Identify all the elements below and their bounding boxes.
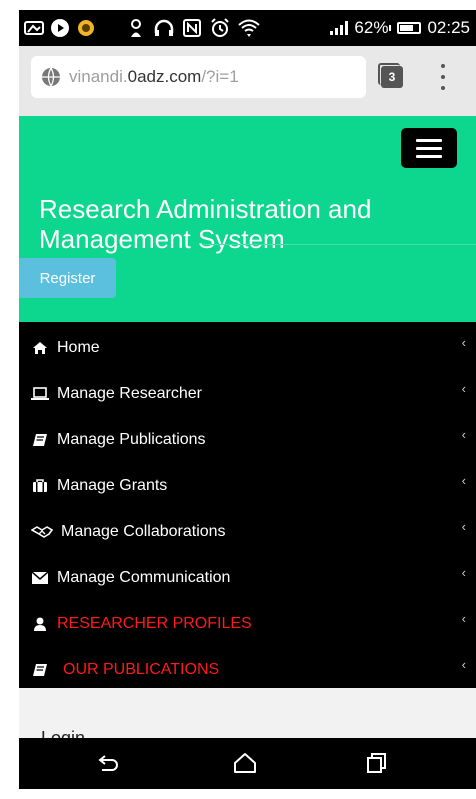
menu-item-manage-collaborations[interactable]: Manage Collaborations ‹: [19, 509, 476, 555]
headphones-icon: [153, 18, 175, 38]
menu-item-manage-grants[interactable]: Manage Grants ‹: [19, 463, 476, 509]
user-icon: [31, 616, 49, 632]
app-icon: [75, 18, 97, 38]
nfc-icon: [181, 18, 203, 38]
battery-percent: 62%: [354, 18, 389, 37]
phone-screen: 62% 02:25 vinandi.0adz.com/?i=1 3 Resear…: [19, 10, 476, 789]
status-bar: 62% 02:25: [19, 10, 476, 46]
gallery-icon: [23, 18, 45, 38]
browser-menu-button[interactable]: [439, 64, 447, 90]
nav-menu: Home ‹ Manage Researcher ‹ Manage Public…: [19, 322, 476, 688]
play-icon: [49, 18, 71, 38]
tabs-button[interactable]: 3: [378, 63, 403, 88]
browser-toolbar: vinandi.0adz.com/?i=1 3: [19, 46, 476, 116]
handshake-icon: [31, 524, 53, 540]
back-icon[interactable]: [97, 752, 121, 774]
system-nav-bar: [19, 738, 476, 789]
envelope-icon: [31, 570, 49, 586]
chevron-left-icon: ‹: [461, 657, 466, 672]
chevron-left-icon: ‹: [461, 565, 466, 580]
url-text: vinandi.0adz.com/?i=1: [69, 67, 239, 86]
menu-item-manage-publications[interactable]: Manage Publications ‹: [19, 417, 476, 463]
recents-icon[interactable]: [365, 752, 389, 774]
title-divider: [203, 244, 476, 245]
chevron-left-icon: ‹: [461, 427, 466, 442]
chevron-left-icon: ‹: [461, 381, 466, 396]
touch-icon: [125, 18, 147, 38]
menu-item-home[interactable]: Home ‹: [19, 325, 476, 371]
globe-icon: [42, 67, 60, 87]
signal-icon: [330, 21, 349, 35]
menu-item-manage-communication[interactable]: Manage Communication ‹: [19, 555, 476, 601]
battery-icon: [397, 22, 422, 34]
wifi-icon: [237, 18, 261, 38]
menu-item-researcher-profiles[interactable]: RESEARCHER PROFILES ‹: [19, 601, 476, 647]
alarm-icon: [209, 18, 231, 38]
book-icon: [31, 662, 49, 678]
home-icon[interactable]: [233, 752, 257, 774]
site-title: Research Administration and Management S…: [39, 194, 372, 254]
chevron-left-icon: ‹: [461, 519, 466, 534]
hamburger-menu-button[interactable]: [401, 128, 457, 168]
address-bar[interactable]: vinandi.0adz.com/?i=1: [31, 56, 366, 98]
home-icon: [31, 340, 49, 356]
book-icon: [31, 432, 49, 448]
laptop-icon: [31, 386, 49, 402]
chevron-left-icon: ‹: [461, 611, 466, 626]
menu-item-our-publications[interactable]: OUR PUBLICATIONS ‹: [19, 647, 476, 693]
menu-item-manage-researcher[interactable]: Manage Researcher ‹: [19, 371, 476, 417]
clock: 02:25: [427, 18, 470, 37]
chevron-left-icon: ‹: [461, 335, 466, 350]
status-right: 62% 02:25: [330, 18, 470, 38]
site-header: Research Administration and Management S…: [19, 116, 476, 322]
register-button[interactable]: Register: [19, 258, 116, 298]
chevron-left-icon: ‹: [461, 473, 466, 488]
briefcase-icon: [31, 478, 49, 494]
